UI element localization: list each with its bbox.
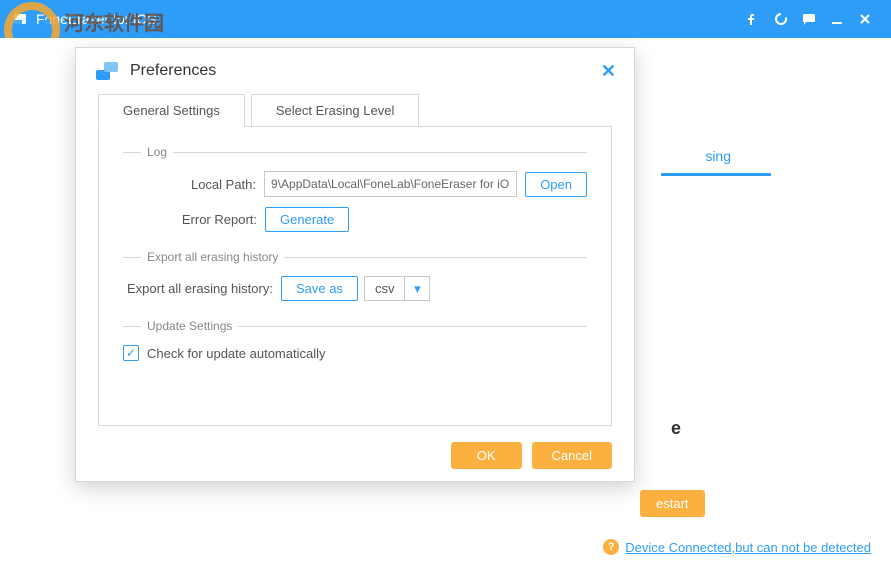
save-as-button[interactable]: Save as [281,276,358,301]
section-export-title: Export all erasing history [147,250,278,264]
chevron-down-icon[interactable]: ▾ [405,277,429,300]
section-log: Log Local Path: Open Error Report: Gener… [123,145,587,232]
bg-tab-underline [661,173,771,176]
format-value: csv [365,277,406,300]
bg-text-fragment: e [671,418,681,439]
auto-update-label: Check for update automatically [147,346,325,361]
minimize-icon[interactable] [823,5,851,33]
preferences-icon [94,58,120,84]
local-path-input[interactable] [264,171,517,197]
error-report-label: Error Report: [123,212,265,227]
svg-text:河东软件园: 河东软件园 [64,11,164,35]
section-update: Update Settings ✓ Check for update autom… [123,319,587,361]
format-select[interactable]: csv ▾ [364,276,431,301]
dialog-header: Preferences ✕ [76,48,634,94]
dialog-close-icon[interactable]: ✕ [601,61,616,82]
tab-body: Log Local Path: Open Error Report: Gener… [98,126,612,426]
dialog-footer: OK Cancel [451,442,612,469]
export-history-label: Export all erasing history: [123,281,281,296]
tab-select-erasing-level[interactable]: Select Erasing Level [251,94,420,127]
feedback-icon[interactable] [795,5,823,33]
section-export: Export all erasing history Export all er… [123,250,587,301]
facebook-icon[interactable] [739,5,767,33]
dialog-title: Preferences [130,62,216,80]
restart-button-fragment[interactable]: estart [640,490,705,517]
open-button[interactable]: Open [525,172,587,197]
preferences-dialog: Preferences ✕ General Settings Select Er… [75,47,635,482]
tab-general-settings[interactable]: General Settings [98,94,245,127]
section-update-title: Update Settings [147,319,232,333]
auto-update-checkbox[interactable]: ✓ [123,345,139,361]
generate-button[interactable]: Generate [265,207,349,232]
cancel-button[interactable]: Cancel [532,442,612,469]
warning-icon: ? [603,539,619,555]
status-bar: ? Device Connected,but can not be detect… [0,528,891,566]
status-link[interactable]: Device Connected,but can not be detected [625,540,871,555]
local-path-label: Local Path: [123,177,264,192]
refresh-icon[interactable] [767,5,795,33]
bg-tab-fragment: sing [705,148,731,164]
close-icon[interactable] [851,5,879,33]
section-log-title: Log [147,145,167,159]
dialog-tabs: General Settings Select Erasing Level [76,94,634,127]
ok-button[interactable]: OK [451,442,522,469]
